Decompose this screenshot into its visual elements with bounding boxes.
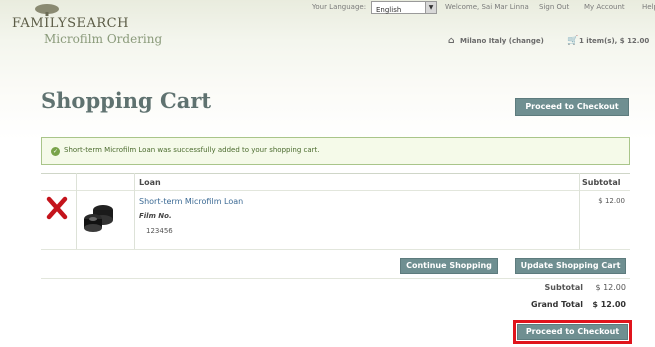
success-message: ✓ Short-term Microfilm Loan was successf… <box>41 137 630 165</box>
column-header-subtotal: Subtotal <box>582 178 621 187</box>
grand-total-label: Grand Total <box>531 300 583 309</box>
brand-name: FAMILYSEARCH <box>12 16 129 31</box>
column-header-loan: Loan <box>139 178 161 187</box>
success-message-text: Short-term Microfilm Loan was successful… <box>64 146 320 154</box>
table-bottom-divider <box>41 249 630 250</box>
column-divider <box>579 173 580 249</box>
welcome-text: Welcome, Sai Mar Linna <box>445 3 529 11</box>
brand-subtitle: Microfilm Ordering <box>44 32 163 46</box>
site-header: FAMILYSEARCH Microfilm Ordering Your Lan… <box>0 0 655 48</box>
tree-logo-icon <box>35 4 59 16</box>
help-link[interactable]: Help <box>642 3 655 11</box>
item-name-link[interactable]: Short-term Microfilm Loan <box>139 197 243 206</box>
film-number-value: 123456 <box>146 227 173 235</box>
proceed-to-checkout-button-bottom[interactable]: Proceed to Checkout <box>517 324 628 340</box>
cart-summary-link[interactable]: 1 item(s), $ 12.00 <box>579 37 649 45</box>
language-value: English <box>376 6 402 14</box>
film-number-label: Film No. <box>139 212 172 220</box>
page-title: Shopping Cart <box>41 88 212 113</box>
grand-total-value: $ 12.00 <box>592 300 626 309</box>
proceed-to-checkout-button-top[interactable]: Proceed to Checkout <box>515 98 629 116</box>
remove-x-icon[interactable] <box>46 196 68 220</box>
subtotal-value: $ 12.00 <box>595 283 626 292</box>
table-header-divider <box>41 190 630 191</box>
language-select[interactable]: English ▼ <box>371 1 437 14</box>
column-divider <box>76 173 77 249</box>
column-divider <box>134 173 135 249</box>
totals-divider <box>41 278 630 279</box>
location-change-link[interactable]: Milano Italy (change) <box>460 37 544 45</box>
chevron-down-icon[interactable]: ▼ <box>425 2 436 13</box>
cart-icon[interactable]: 🛒 <box>567 36 578 46</box>
my-account-link[interactable]: My Account <box>584 3 625 11</box>
subtotal-label: Subtotal <box>544 283 583 292</box>
update-shopping-cart-button[interactable]: Update Shopping Cart <box>515 258 626 274</box>
continue-shopping-button[interactable]: Continue Shopping <box>400 258 498 274</box>
language-label: Your Language: <box>312 3 367 11</box>
film-reel-icon <box>84 205 113 232</box>
check-icon: ✓ <box>51 147 60 156</box>
item-subtotal: $ 12.00 <box>598 197 625 205</box>
home-icon: ⌂ <box>448 36 455 46</box>
sign-out-link[interactable]: Sign Out <box>539 3 569 11</box>
table-top-divider <box>41 173 630 174</box>
